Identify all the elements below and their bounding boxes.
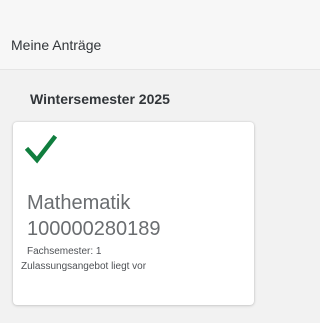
checkmark-icon [25,135,57,164]
page-header: Meine Anträge [0,0,320,70]
application-card[interactable]: Mathematik 100000280189 Fachsemester: 1 … [13,122,254,305]
subject-name: Mathematik [27,192,131,214]
section-title: Wintersemester 2025 [30,91,170,107]
semester-info: Fachsemester: 1 [27,246,102,257]
application-status: Zulassungsangebot liegt vor [21,261,147,272]
application-number: 100000280189 [27,218,161,240]
page-title: Meine Anträge [11,37,102,53]
